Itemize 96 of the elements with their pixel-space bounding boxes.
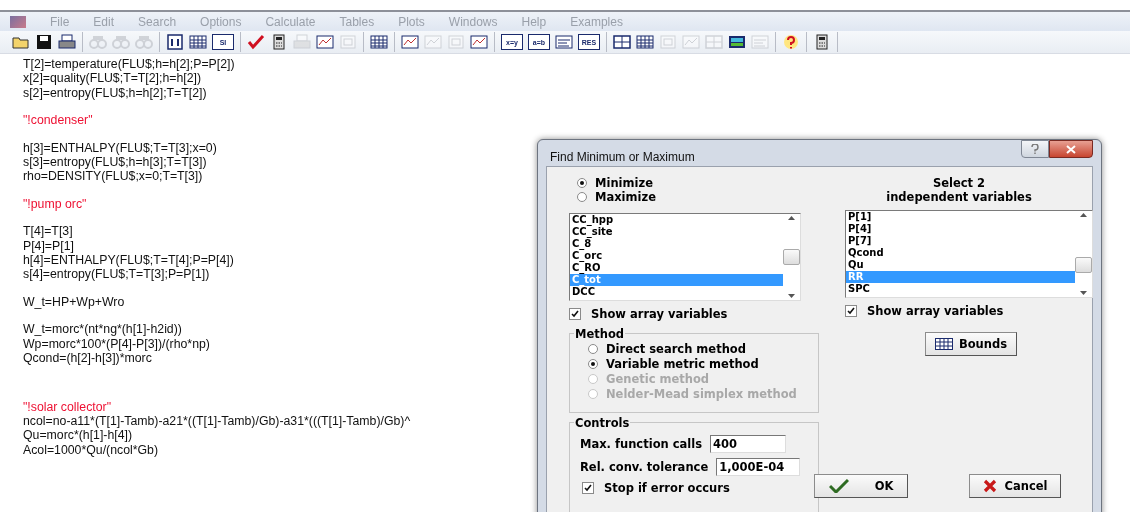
table-icon[interactable] [636, 34, 654, 50]
code-line: W_t=HP+Wp+Wro [23, 294, 125, 310]
list-item[interactable]: C_RO [570, 262, 783, 274]
input-field[interactable]: 1,000E-04 [716, 458, 801, 476]
cancel-button[interactable]: Cancel [969, 474, 1061, 498]
code-line: h[3]=ENTHALPY(FLU$;T=T[3];x=0) [23, 140, 217, 156]
code-line: Qu=morc*(h[1]-h[4]) [23, 428, 132, 443]
list-item[interactable]: P[1] [846, 211, 1075, 223]
code-line: rho=DENSITY(FLU$;x=0;T=T[3]) [23, 169, 203, 184]
app-icon[interactable] [10, 15, 26, 28]
code-line: T[4]=T[3] [23, 224, 73, 239]
open-folder-icon[interactable] [12, 34, 30, 50]
checkbox-label: Show array variables [591, 307, 728, 321]
code-line: s[2]=entropy(FLU$;h=h[2];T=T[2]) [23, 85, 207, 101]
group-title: Controls [574, 416, 631, 430]
table-icon[interactable] [189, 34, 207, 50]
picture-icon[interactable] [728, 34, 746, 50]
scrollbar-thumb[interactable] [1075, 257, 1092, 273]
checkbox-label: Stop if error occurs [604, 481, 730, 495]
radio-label: Minimize [595, 176, 653, 190]
variable-list[interactable]: CC_hpp CC_site C_8 C_orc C_RO C_tot DCC [569, 213, 801, 301]
code-line: h[4]=ENTHALPY(FLU$;T=T[4];P=P[4]) [23, 253, 234, 268]
list-item[interactable]: Qu [846, 259, 1075, 271]
field-label: Max. function calls [580, 437, 703, 451]
bounds-button[interactable]: Bounds [925, 332, 1017, 356]
group-title: Method [574, 327, 626, 341]
radio-label: Variable metric method [606, 357, 759, 371]
radio-button[interactable] [577, 178, 587, 188]
code-line: T[2]=temperature(FLU$;h=h[2];P=P[2]) [23, 57, 235, 72]
list-item[interactable]: P[7] [846, 235, 1075, 247]
dialog-icon[interactable] [166, 34, 184, 50]
plot-icon[interactable] [316, 34, 334, 50]
checkbox[interactable] [845, 305, 857, 317]
close-button[interactable] [1049, 140, 1093, 158]
printer-icon[interactable] [58, 34, 76, 50]
x-icon [982, 479, 997, 493]
check-icon [828, 479, 849, 493]
radio-button[interactable] [588, 359, 598, 369]
radio-label: Genetic method [606, 372, 710, 386]
check-mark-icon [571, 310, 579, 318]
list-heading: Select 2 [931, 176, 987, 190]
field-label: Rel. conv. tolerance [580, 460, 709, 474]
scroll-up-icon[interactable] [1080, 213, 1087, 217]
ok-button[interactable]: OK [814, 474, 908, 498]
code-line: Wp=morc*100*(P[4]-P[3])/(rho*np) [23, 336, 210, 352]
list-item[interactable]: P[4] [846, 223, 1075, 235]
list-icon[interactable] [555, 34, 573, 50]
list-item[interactable]: C_orc [570, 250, 783, 262]
code-line: Acol=1000*Qu/(ncol*Gb) [23, 442, 158, 458]
radio-button[interactable] [588, 344, 598, 354]
check-mark-icon [584, 484, 592, 492]
input-field[interactable]: 400 [710, 435, 787, 453]
scroll-down-icon[interactable] [1080, 291, 1087, 295]
code-line: Qcond=(h[2]-h[3])*morc [23, 351, 152, 366]
radio-button[interactable] [577, 192, 587, 202]
code-line: x[2]=quality(FLU$;T=T[2];h=h[2]) [23, 71, 202, 86]
plot-icon[interactable] [470, 34, 488, 50]
code-line: W_t=morc*(nt*ng*(h[1]-h2id)) [23, 322, 182, 337]
radio-label: Nelder-Mead simplex method [606, 387, 797, 401]
grid-icon[interactable] [613, 34, 631, 50]
comment-line: "!condenser" [23, 113, 93, 128]
calculator-icon[interactable] [270, 34, 288, 50]
help-icon[interactable] [782, 34, 800, 50]
scrollbar-thumb[interactable] [783, 249, 800, 265]
scroll-down-icon[interactable] [788, 294, 795, 298]
checkbox-label: Show array variables [867, 304, 1004, 318]
table-icon [934, 338, 953, 350]
list-heading: independent variables [885, 190, 1033, 204]
close-icon [1066, 144, 1076, 154]
radio-label: Direct search method [606, 342, 746, 356]
checkbox[interactable] [582, 482, 594, 494]
list-item[interactable]: SPC [846, 283, 1075, 295]
radio-label: Maximize [595, 190, 656, 204]
check-icon[interactable] [247, 34, 265, 50]
plot-icon[interactable] [401, 34, 419, 50]
list-item[interactable]: DCC [570, 286, 783, 298]
scroll-up-icon[interactable] [788, 216, 795, 220]
code-line: P[4]=P[1] [23, 238, 74, 254]
dialog-title: Find Minimum or Maximum [550, 150, 695, 164]
checkbox[interactable] [569, 308, 581, 320]
code-line: s[3]=entropy(FLU$;h=h[3];T=T[3]) [23, 155, 207, 170]
calculator-icon[interactable] [813, 34, 831, 50]
list-item[interactable]: CC_hpp [570, 214, 783, 226]
list-item[interactable]: C_8 [570, 238, 783, 250]
list-item[interactable]: Qcond [846, 247, 1075, 259]
question-mark-icon [1031, 144, 1039, 154]
comment-line: "!pump orc" [23, 196, 87, 212]
check-mark-icon [847, 307, 855, 315]
comment-line: "!solar collector" [23, 399, 111, 414]
code-line: ncol=no-a11*(T[1]-Tamb)-a21*((T[1]-Tamb)/Gb)-a31*(((T[1]-Tamb)/Gb)^ [23, 413, 411, 429]
code-line: s[4]=entropy(FLU$;T=T[3];P=P[1]) [23, 267, 210, 282]
table-icon[interactable] [370, 34, 388, 50]
help-button[interactable] [1021, 140, 1049, 158]
variable-list[interactable]: P[1] P[4] P[7] Qcond Qu RR SPC [845, 210, 1093, 298]
save-icon[interactable] [35, 34, 53, 50]
list-item[interactable]: CC_site [570, 226, 783, 238]
